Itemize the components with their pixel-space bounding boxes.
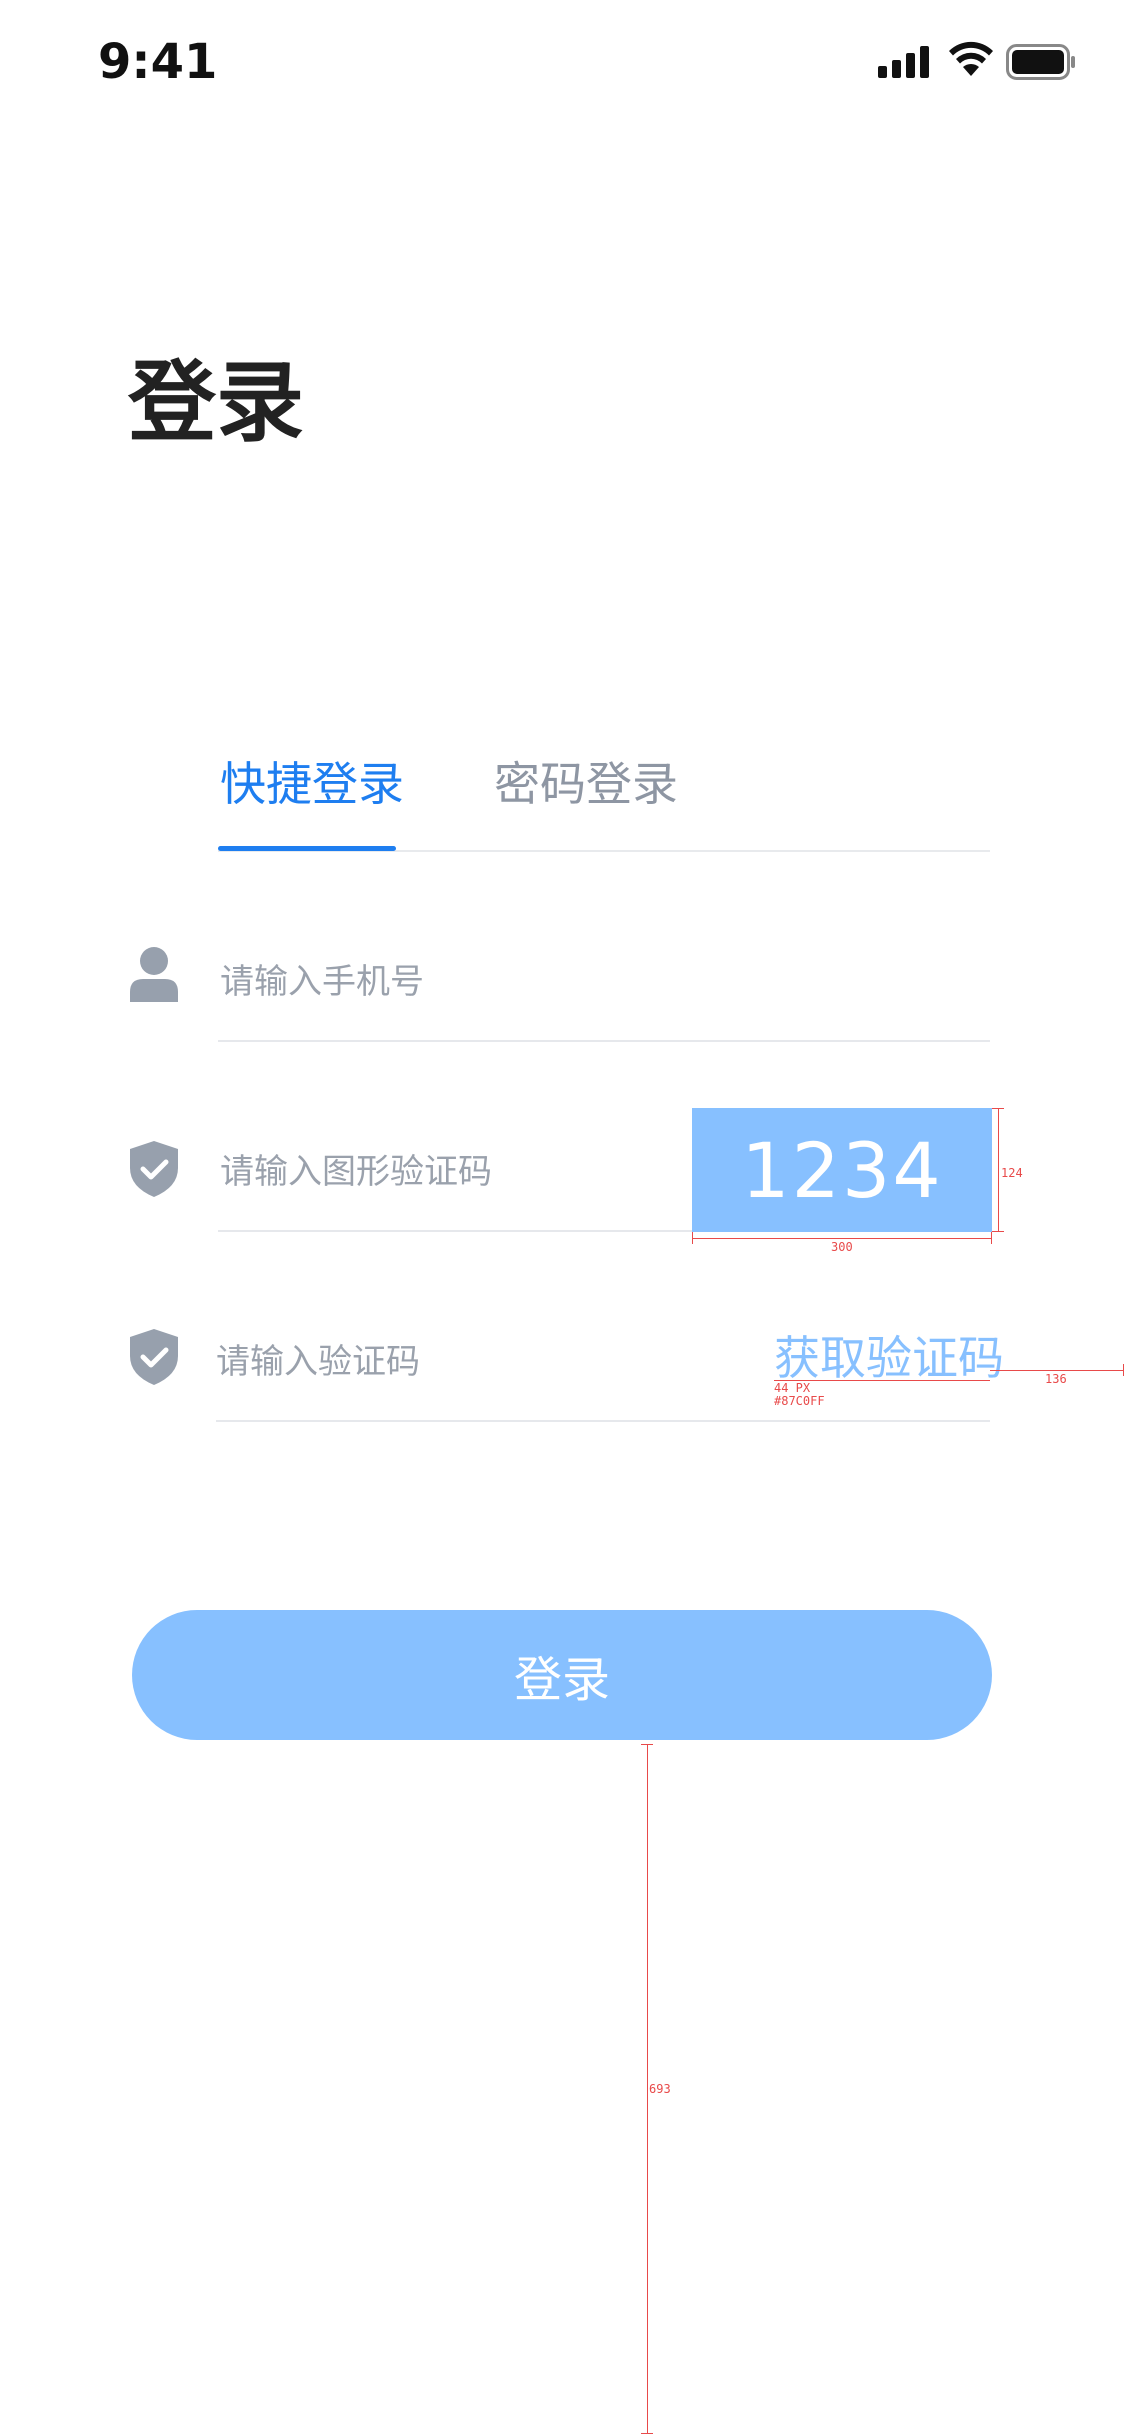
login-button[interactable]: 登录 bbox=[132, 1610, 992, 1740]
shield-check-icon bbox=[128, 1140, 180, 1198]
annotation-height-line bbox=[998, 1108, 999, 1232]
captcha-text: 1234 bbox=[741, 1125, 943, 1215]
get-code-button[interactable]: 获取验证码 bbox=[774, 1328, 1004, 1388]
annotation-width-cap bbox=[692, 1232, 693, 1244]
annotation-margin-cap bbox=[1123, 1364, 1124, 1376]
wifi-icon bbox=[948, 40, 994, 78]
annotation-font-size: 44 PX bbox=[774, 1381, 811, 1395]
image-code-underline bbox=[218, 1230, 692, 1232]
shield-check-icon bbox=[128, 1328, 180, 1386]
annotation-height-cap bbox=[992, 1108, 1004, 1109]
annotation-margin-line bbox=[990, 1370, 1124, 1371]
annotation-right-margin: 136 bbox=[1045, 1372, 1067, 1386]
annotation-color: #87C0FF bbox=[774, 1394, 825, 1408]
phone-input-underline bbox=[218, 1040, 990, 1042]
cellular-signal-icon bbox=[878, 44, 932, 78]
annotation-bottom-gap-cap bbox=[641, 1744, 653, 1745]
sms-code-underline bbox=[216, 1420, 990, 1422]
phone-input[interactable]: 请输入手机号 bbox=[220, 960, 424, 1004]
tab-password-login[interactable]: 密码登录 bbox=[494, 754, 678, 814]
active-tab-indicator bbox=[218, 846, 396, 851]
battery-icon bbox=[1006, 44, 1076, 80]
page-title: 登录 bbox=[128, 351, 305, 454]
annotation-captcha-height: 124 bbox=[1001, 1166, 1023, 1180]
user-icon bbox=[128, 946, 180, 1002]
annotation-captcha-width: 300 bbox=[831, 1240, 853, 1254]
tab-quick-login[interactable]: 快捷登录 bbox=[220, 754, 404, 814]
login-button-label: 登录 bbox=[513, 1652, 610, 1708]
annotation-width-cap bbox=[991, 1232, 992, 1244]
annotation-width-line bbox=[692, 1238, 992, 1239]
image-code-input[interactable]: 请输入图形验证码 bbox=[220, 1150, 492, 1194]
annotation-bottom-gap-cap bbox=[641, 2433, 653, 2434]
sms-code-input[interactable]: 请输入验证码 bbox=[216, 1340, 420, 1384]
annotation-height-cap bbox=[992, 1231, 1004, 1232]
annotation-bottom-gap-line bbox=[647, 1744, 648, 2434]
status-time: 9:41 bbox=[98, 34, 218, 90]
captcha-image[interactable]: 1234 bbox=[692, 1108, 992, 1232]
annotation-bottom-gap: 693 bbox=[649, 2082, 671, 2096]
